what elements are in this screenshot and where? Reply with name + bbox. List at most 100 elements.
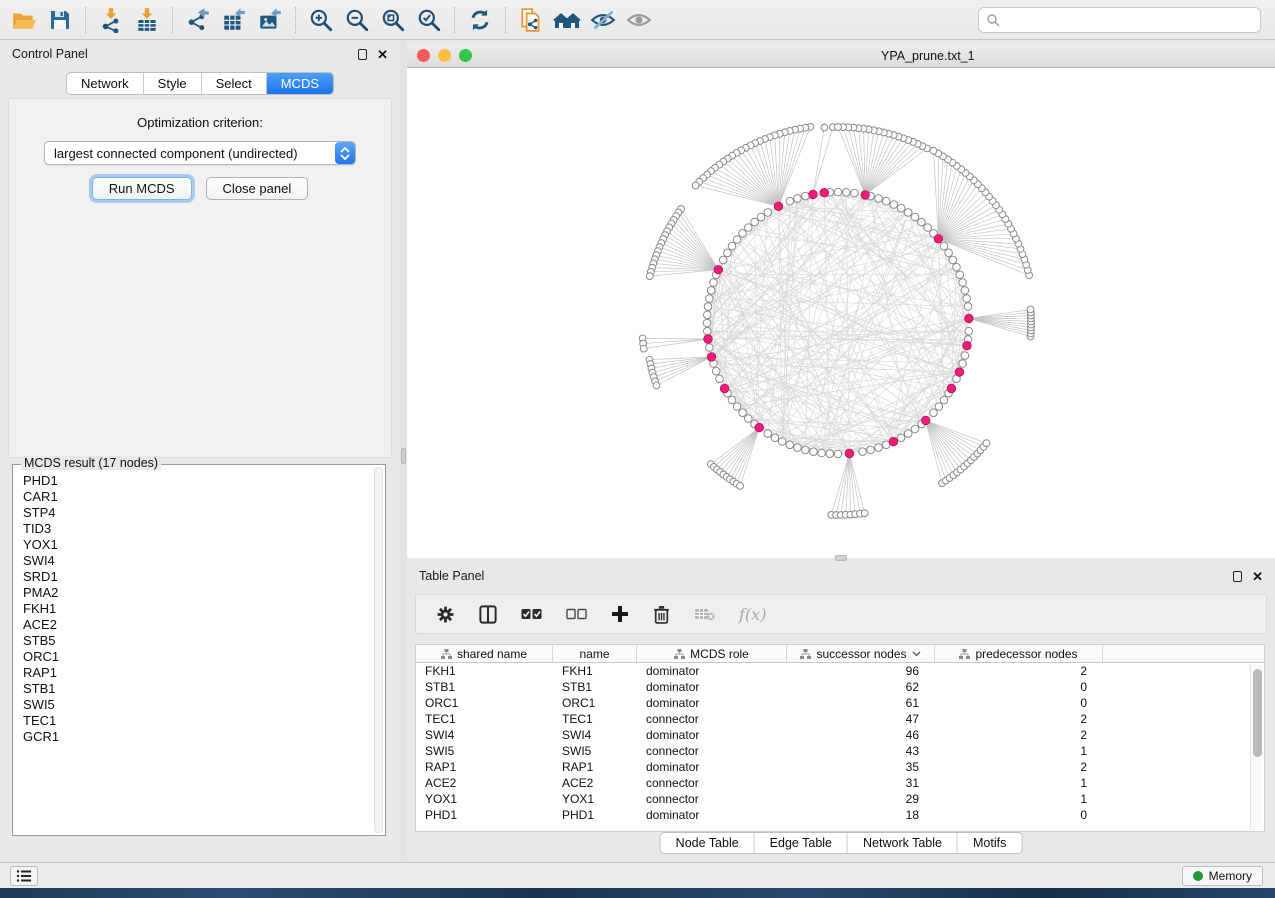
- table-cell[interactable]: connector: [637, 711, 787, 727]
- first-neighbors-button[interactable]: [549, 4, 585, 36]
- table-cell[interactable]: TEC1: [416, 711, 553, 727]
- table-cell[interactable]: dominator: [637, 663, 787, 679]
- table-row[interactable]: ORC1ORC1dominator610: [416, 695, 1264, 711]
- mcds-result-item[interactable]: SRD1: [23, 569, 385, 585]
- open-file-button[interactable]: [6, 4, 42, 36]
- import-table-button[interactable]: [129, 4, 165, 36]
- table-cell[interactable]: SWI5: [416, 743, 553, 759]
- table-cell[interactable]: connector: [637, 791, 787, 807]
- table-settings-button[interactable]: [436, 605, 455, 624]
- column-header-MCDS-role[interactable]: MCDS role: [637, 645, 787, 662]
- table-row[interactable]: SWI5SWI5connector431: [416, 743, 1264, 759]
- deselect-all-button[interactable]: [566, 608, 587, 620]
- criterion-select[interactable]: largest connected component (undirected): [44, 141, 356, 165]
- close-panel-icon[interactable]: ✕: [377, 49, 388, 60]
- tab-motifs[interactable]: Motifs: [958, 833, 1021, 853]
- column-header-predecessor-nodes[interactable]: predecessor nodes: [935, 645, 1103, 662]
- table-row[interactable]: YOX1YOX1connector291: [416, 791, 1264, 807]
- table-cell[interactable]: 62: [787, 679, 935, 695]
- table-cell[interactable]: YOX1: [416, 791, 553, 807]
- table-cell[interactable]: 61: [787, 695, 935, 711]
- table-cell[interactable]: 18: [787, 807, 935, 823]
- table-cell[interactable]: 1: [935, 791, 1103, 807]
- mcds-result-item[interactable]: RAP1: [23, 665, 385, 681]
- network-titlebar[interactable]: YPA_prune.txt_1: [407, 44, 1275, 68]
- column-header-successor-nodes[interactable]: successor nodes: [787, 645, 935, 662]
- close-table-panel-icon[interactable]: ✕: [1252, 571, 1263, 582]
- float-panel-icon[interactable]: [358, 49, 367, 60]
- table-cell[interactable]: TEC1: [553, 711, 637, 727]
- window-maximize-icon[interactable]: [459, 49, 472, 62]
- tab-node-table[interactable]: Node Table: [661, 833, 755, 853]
- mcds-result-item[interactable]: CAR1: [23, 489, 385, 505]
- close-panel-button[interactable]: Close panel: [206, 177, 309, 200]
- table-row[interactable]: SWI4SWI4dominator462: [416, 727, 1264, 743]
- zoom-in-button[interactable]: [303, 4, 339, 36]
- table-cell[interactable]: STB1: [416, 679, 553, 695]
- zoom-fit-button[interactable]: [375, 4, 411, 36]
- delete-column-button[interactable]: [653, 605, 670, 624]
- table-cell[interactable]: 2: [935, 727, 1103, 743]
- tab-edge-table[interactable]: Edge Table: [755, 833, 848, 853]
- float-table-panel-icon[interactable]: [1233, 571, 1242, 582]
- table-cell[interactable]: dominator: [637, 807, 787, 823]
- table-splitter-handle[interactable]: [835, 555, 847, 561]
- tab-network[interactable]: Network: [67, 73, 144, 94]
- tab-mcds[interactable]: MCDS: [267, 73, 333, 94]
- memory-button[interactable]: Memory: [1182, 866, 1263, 886]
- table-cell[interactable]: dominator: [637, 727, 787, 743]
- table-cell[interactable]: ORC1: [553, 695, 637, 711]
- table-row[interactable]: RAP1RAP1dominator352: [416, 759, 1264, 775]
- mcds-result-item[interactable]: STB1: [23, 681, 385, 697]
- table-cell[interactable]: 31: [787, 775, 935, 791]
- search-input[interactable]: [1005, 13, 1260, 28]
- panel-splitter[interactable]: [400, 40, 407, 862]
- delete-table-button[interactable]: [694, 607, 715, 621]
- table-cell[interactable]: dominator: [637, 695, 787, 711]
- mcds-result-item[interactable]: YOX1: [23, 537, 385, 553]
- apply-layout-button[interactable]: [462, 4, 498, 36]
- function-builder-button[interactable]: f(x): [739, 605, 766, 624]
- tab-style[interactable]: Style: [144, 73, 202, 94]
- table-cell[interactable]: ACE2: [416, 775, 553, 791]
- table-cell[interactable]: RAP1: [553, 759, 637, 775]
- mcds-result-item[interactable]: GCR1: [23, 729, 385, 745]
- mcds-result-item[interactable]: PMA2: [23, 585, 385, 601]
- mcds-result-item[interactable]: STP4: [23, 505, 385, 521]
- table-cell[interactable]: 0: [935, 695, 1103, 711]
- mcds-result-item[interactable]: TID3: [23, 521, 385, 537]
- table-cell[interactable]: 1: [935, 775, 1103, 791]
- select-all-button[interactable]: [521, 608, 542, 620]
- import-network-button[interactable]: [93, 4, 129, 36]
- table-cell[interactable]: 29: [787, 791, 935, 807]
- table-cell[interactable]: SWI4: [416, 727, 553, 743]
- hide-selected-button[interactable]: [585, 4, 621, 36]
- table-cell[interactable]: 43: [787, 743, 935, 759]
- table-cell[interactable]: 0: [935, 679, 1103, 695]
- table-cell[interactable]: 46: [787, 727, 935, 743]
- search-field[interactable]: [978, 7, 1261, 33]
- splitter-handle[interactable]: [401, 448, 406, 464]
- table-cell[interactable]: 47: [787, 711, 935, 727]
- table-cell[interactable]: 2: [935, 711, 1103, 727]
- table-cell[interactable]: FKH1: [553, 663, 637, 679]
- table-row[interactable]: STB1STB1dominator620: [416, 679, 1264, 695]
- window-close-icon[interactable]: [417, 49, 430, 62]
- zoom-out-button[interactable]: [339, 4, 375, 36]
- window-minimize-icon[interactable]: [438, 49, 451, 62]
- table-scrollbar[interactable]: [1250, 664, 1263, 830]
- add-column-button[interactable]: [611, 605, 629, 623]
- table-scrollbar-thumb[interactable]: [1253, 669, 1262, 757]
- table-cell[interactable]: 1: [935, 743, 1103, 759]
- mcds-result-item[interactable]: SWI4: [23, 553, 385, 569]
- mcds-result-item[interactable]: FKH1: [23, 601, 385, 617]
- column-header-name[interactable]: name: [553, 645, 637, 662]
- table-cell[interactable]: SWI5: [553, 743, 637, 759]
- table-row[interactable]: FKH1FKH1dominator962: [416, 663, 1264, 679]
- column-header-shared-name[interactable]: shared name: [416, 645, 553, 662]
- duplicate-network-button[interactable]: [513, 4, 549, 36]
- table-cell[interactable]: 35: [787, 759, 935, 775]
- table-cell[interactable]: dominator: [637, 679, 787, 695]
- mcds-result-item[interactable]: TEC1: [23, 713, 385, 729]
- mcds-result-item[interactable]: ACE2: [23, 617, 385, 633]
